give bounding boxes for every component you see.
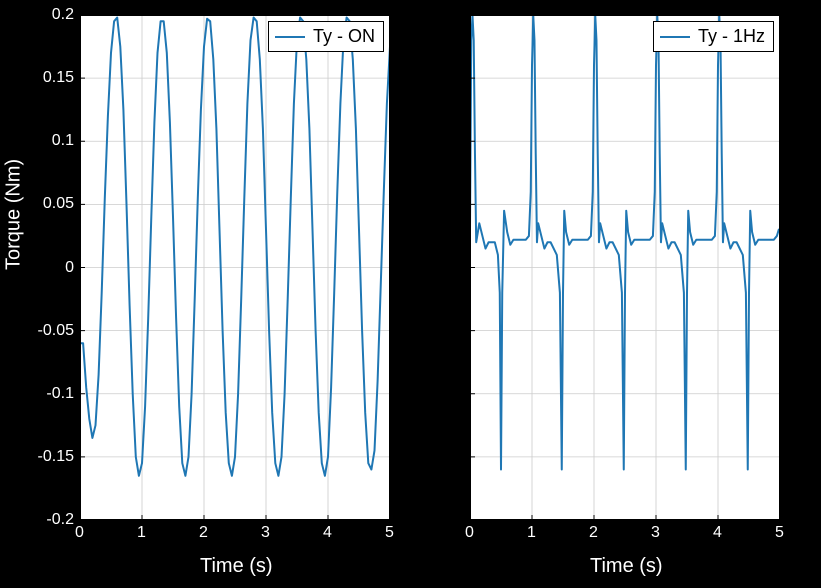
right-chart: Ty - 1Hz xyxy=(470,15,780,520)
y-tick: 0 xyxy=(24,259,74,277)
left-legend-label: Ty - ON xyxy=(313,26,375,47)
left-chart: Ty - ON xyxy=(80,15,390,520)
y-axis-label: Torque (Nm) xyxy=(3,159,26,270)
y-tick: -0.15 xyxy=(24,448,74,466)
x-tick: 2 xyxy=(589,524,598,542)
y-tick: 0.05 xyxy=(24,195,74,213)
legend-line-icon xyxy=(275,36,305,38)
right-x-axis-label: Time (s) xyxy=(590,555,663,578)
x-tick: 4 xyxy=(323,524,332,542)
x-tick: 1 xyxy=(137,524,146,542)
x-tick: 4 xyxy=(713,524,722,542)
y-tick: 0.15 xyxy=(24,69,74,87)
x-tick: 1 xyxy=(527,524,536,542)
x-tick: 2 xyxy=(199,524,208,542)
right-legend-label: Ty - 1Hz xyxy=(698,26,765,47)
x-tick: 3 xyxy=(651,524,660,542)
legend-line-icon xyxy=(660,36,690,38)
x-tick: 3 xyxy=(261,524,270,542)
y-tick: -0.1 xyxy=(24,385,74,403)
x-tick: 0 xyxy=(465,524,474,542)
left-legend: Ty - ON xyxy=(268,21,384,52)
y-tick: -0.2 xyxy=(24,511,74,529)
left-x-axis-label: Time (s) xyxy=(200,555,273,578)
y-tick: -0.05 xyxy=(24,322,74,340)
y-tick: 0.2 xyxy=(24,6,74,24)
left-chart-svg xyxy=(80,15,390,520)
x-tick: 0 xyxy=(75,524,84,542)
x-tick: 5 xyxy=(775,524,784,542)
x-tick: 5 xyxy=(385,524,394,542)
right-chart-svg xyxy=(470,15,780,520)
right-legend: Ty - 1Hz xyxy=(653,21,774,52)
y-tick: 0.1 xyxy=(24,132,74,150)
